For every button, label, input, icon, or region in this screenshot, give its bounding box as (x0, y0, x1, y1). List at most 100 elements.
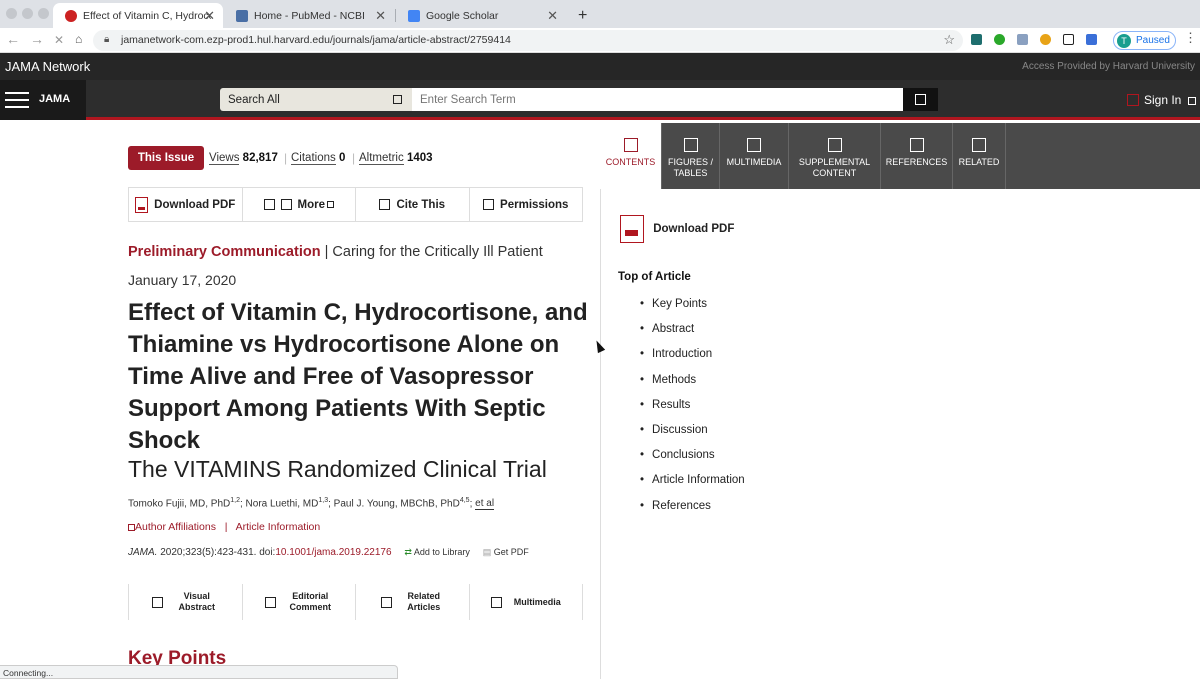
minimize-window-icon[interactable] (22, 8, 33, 19)
toc-item[interactable]: Key Points (640, 298, 745, 323)
permissions-icon (483, 199, 495, 210)
toc-item[interactable]: References (640, 500, 745, 525)
more-button[interactable]: More (243, 188, 356, 221)
share-icon (263, 199, 275, 210)
visual-abstract-button[interactable]: Visual Abstract (129, 584, 243, 620)
search-scope-select[interactable]: Search All (220, 88, 412, 111)
this-issue-button[interactable]: This Issue (128, 146, 204, 170)
toc-item[interactable]: Conclusions (640, 449, 745, 474)
browser-menu-icon[interactable]: ⋮ (1184, 31, 1197, 44)
sidebar-download-pdf[interactable]: Download PDF (620, 215, 734, 243)
sign-in-link[interactable]: Sign In (1127, 93, 1196, 107)
pubmed-favicon-icon (236, 9, 248, 22)
author-affiliation-sup: 1,3 (318, 497, 329, 504)
tab-contents[interactable]: CONTENTS (600, 123, 662, 189)
permissions-button[interactable]: Permissions (470, 188, 583, 221)
sign-in-label: Sign In (1144, 93, 1182, 107)
tab-pubmed[interactable]: Home - PubMed - NCBI ✕ (224, 3, 394, 28)
forward-arrow-icon[interactable]: → (30, 31, 44, 47)
article-information-link[interactable]: Article Information (236, 521, 321, 533)
bookmark-star-icon[interactable]: ☆ (943, 32, 955, 48)
altmetric-metric[interactable]: Altmetric 1403 (359, 152, 433, 165)
more-label: More (297, 198, 325, 211)
jama-network-logo[interactable]: JAMA Network (5, 59, 90, 74)
browser-tab-bar: Effect of Vitamin C, Hydrocortisone ✕ Ho… (0, 0, 1200, 28)
extension-icon[interactable] (971, 34, 982, 45)
tab-jama-article[interactable]: Effect of Vitamin C, Hydrocortisone ✕ (53, 3, 223, 28)
menu-button[interactable]: JAMA (0, 80, 86, 120)
tab-related[interactable]: RELATED (953, 123, 1006, 189)
related-articles-button[interactable]: Related Articles (356, 584, 470, 620)
article-section[interactable]: Caring for the Critically Ill Patient (332, 244, 542, 260)
et-al-link[interactable]: et al (475, 498, 495, 511)
extension-icon[interactable] (1017, 34, 1028, 45)
jama-logo[interactable]: JAMA (39, 93, 70, 105)
home-icon[interactable]: ⌂ (75, 32, 82, 46)
stop-loading-icon[interactable]: ✕ (54, 33, 64, 47)
toc-item[interactable]: Discussion (640, 424, 745, 449)
tab-supplemental-content[interactable]: SUPPLEMENTAL CONTENT (789, 123, 881, 189)
url-text[interactable]: jamanetwork-com.ezp-prod1.hul.harvard.ed… (121, 34, 511, 46)
tab-label: SUPPLEMENTAL CONTENT (798, 157, 871, 178)
doi-link[interactable]: 10.1001/jama.2019.22176 (275, 547, 391, 558)
author-link[interactable]: Tomoko Fujii, MD, PhD (128, 498, 230, 509)
close-tab-icon[interactable]: ✕ (204, 8, 215, 24)
toc-item[interactable]: Results (640, 399, 745, 424)
notion-icon[interactable] (1063, 34, 1074, 45)
related-content-bar: Visual Abstract Editorial Comment Relate… (128, 584, 583, 620)
pdf-icon (620, 215, 644, 243)
visual-abstract-label: Visual Abstract (178, 591, 215, 612)
toc-item[interactable]: Abstract (640, 323, 745, 348)
altmetric-score: 1403 (406, 152, 433, 164)
tab-label: FIGURES / TABLES (667, 157, 713, 178)
article-type-link[interactable]: Preliminary Communication (128, 244, 321, 260)
toc-item[interactable]: Introduction (640, 348, 745, 373)
hamburger-icon (5, 99, 29, 101)
author-link[interactable]: Nora Luethi, MD (246, 498, 319, 509)
toc-item[interactable]: Methods (640, 374, 745, 399)
library-icon: ⇄ (404, 547, 412, 557)
evernote-icon[interactable] (994, 34, 1005, 45)
search-input[interactable] (412, 88, 903, 111)
extension-icon[interactable] (1086, 34, 1097, 45)
related-icon (972, 138, 986, 152)
tab-multimedia[interactable]: MULTIMEDIA (720, 123, 789, 189)
back-arrow-icon[interactable]: ← (6, 31, 20, 47)
top-of-article-link[interactable]: Top of Article (618, 271, 691, 283)
visual-abstract-icon (151, 596, 163, 608)
tab-figures-tables[interactable]: FIGURES / TABLES (662, 123, 720, 189)
tab-google-scholar[interactable]: Google Scholar ✕ (396, 3, 566, 28)
maximize-window-icon[interactable] (38, 8, 49, 19)
citations-metric[interactable]: Citations 0 (291, 152, 346, 165)
mouse-cursor-icon (592, 338, 606, 354)
toc-item[interactable]: Article Information (640, 474, 745, 499)
close-tab-icon[interactable]: ✕ (547, 8, 558, 24)
views-metric[interactable]: Views 82,817 (209, 152, 278, 165)
address-bar[interactable]: 🔒︎ jamanetwork-com.ezp-prod1.hul.harvard… (93, 30, 963, 51)
jama-favicon-icon (65, 9, 77, 22)
tab-title: Effect of Vitamin C, Hydrocortisone (83, 9, 211, 22)
article-action-bar: Download PDF More Cite This Permissions (128, 187, 583, 222)
search-button[interactable] (903, 88, 938, 111)
article-subtitle: The VITAMINS Randomized Clinical Trial (128, 456, 547, 482)
get-pdf-button[interactable]: ▤ Get PDF (483, 547, 529, 557)
close-tab-icon[interactable]: ✕ (375, 8, 386, 24)
author-affiliations-link[interactable]: Author Affiliations (135, 521, 216, 533)
download-pdf-button[interactable]: Download PDF (129, 188, 243, 221)
author-link[interactable]: Paul J. Young, MBChB, PhD (334, 498, 460, 509)
tab-references[interactable]: REFERENCES (881, 123, 953, 189)
profile-paused-button[interactable]: T Paused (1113, 31, 1176, 50)
search-scope-value: Search All (228, 94, 280, 106)
altmetric-label: Altmetric (359, 152, 404, 165)
add-to-library-button[interactable]: ⇄ Add to Library (404, 547, 470, 557)
tab-label: MULTIMEDIA (726, 157, 782, 167)
new-tab-button[interactable]: + (572, 3, 587, 28)
editorial-comment-button[interactable]: Editorial Comment (243, 584, 356, 620)
hamburger-icon (5, 92, 29, 94)
citations-count: 0 (338, 152, 346, 164)
extension-icon[interactable] (1040, 34, 1051, 45)
share-icon (280, 199, 292, 210)
cite-this-button[interactable]: Cite This (356, 188, 470, 221)
multimedia-button[interactable]: Multimedia (470, 584, 583, 620)
close-window-icon[interactable] (6, 8, 17, 19)
